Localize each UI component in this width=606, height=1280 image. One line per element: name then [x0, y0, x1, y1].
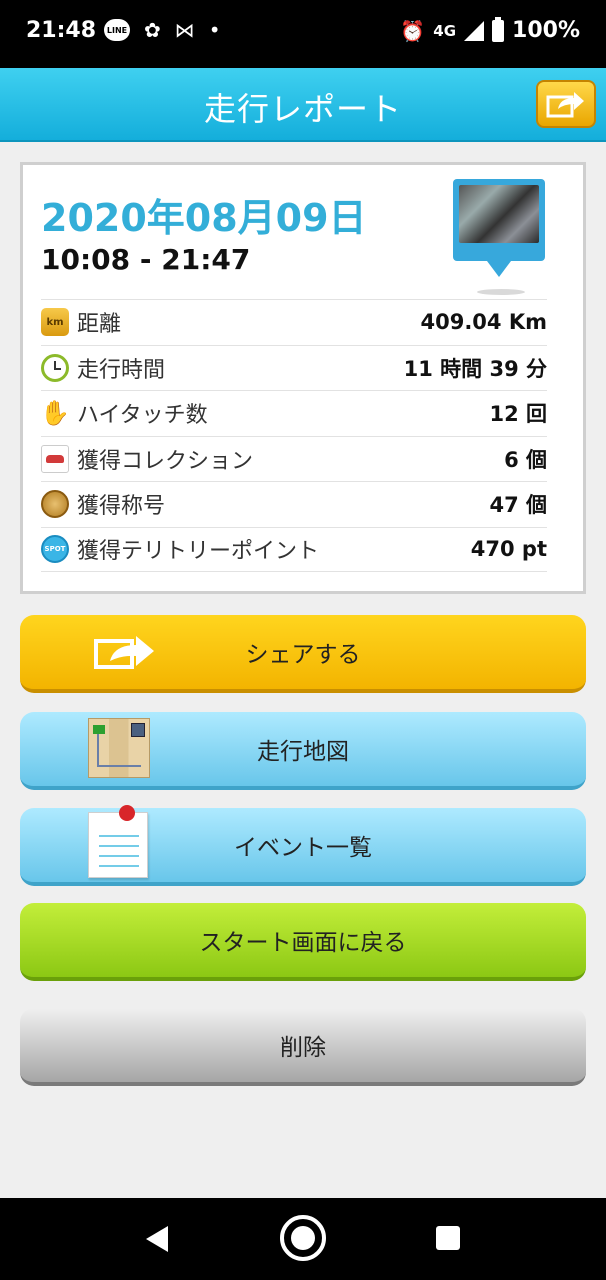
- line-icon: LINE: [104, 19, 130, 41]
- battery-icon: [492, 16, 505, 42]
- thumbnail-shadow: [477, 289, 525, 295]
- status-time: 21:48: [26, 18, 97, 43]
- stat-label: 獲得コレクション: [77, 448, 254, 474]
- dot-icon: •: [208, 18, 221, 42]
- signal-icon: [464, 20, 485, 41]
- clock-icon: [41, 353, 69, 382]
- map-icon: [88, 718, 150, 778]
- report-stats: km 距離 409.04 Km 走行時間 11 時間 39 分 ✋ ハイタッチ数…: [40, 299, 547, 572]
- battery-level: 100%: [512, 18, 580, 43]
- hi-five-hand-icon: ✋: [40, 399, 70, 428]
- stat-value: 11 時間 39 分: [403, 356, 547, 381]
- report-time-range: 10:08 - 21:47: [41, 243, 251, 276]
- back-to-start-button-label: スタート画面に戻る: [199, 930, 407, 956]
- stat-label: 獲得称号: [77, 494, 166, 520]
- drive-map-button-label: 走行地図: [257, 739, 349, 765]
- delete-button[interactable]: 削除: [20, 1008, 586, 1086]
- stat-value: 12 回: [489, 402, 547, 427]
- km-icon: km: [41, 308, 69, 337]
- stat-label: 走行時間: [77, 357, 166, 383]
- home-nav-icon[interactable]: [280, 1215, 326, 1261]
- notification-icons: LINE ✿ ⋈ •: [104, 19, 221, 41]
- event-list-button-label: イベント一覧: [234, 835, 372, 861]
- recent-apps-nav-icon[interactable]: [436, 1226, 460, 1250]
- stat-value: 470 pt: [470, 537, 547, 562]
- stat-value: 409.04 Km: [420, 310, 547, 335]
- header-share-button[interactable]: [536, 80, 596, 128]
- stat-row-high-touch: ✋ ハイタッチ数 12 回: [40, 390, 547, 436]
- system-status: ⏰ 4G 100%: [400, 16, 580, 43]
- car-photo-thumbnail[interactable]: [453, 179, 545, 277]
- spot-icon: SPOT: [41, 535, 69, 564]
- share-icon: [546, 92, 584, 118]
- stat-row-titles: 獲得称号 47 個: [41, 481, 547, 527]
- alarm-icon: ⏰: [400, 18, 426, 43]
- event-list-button[interactable]: イベント一覧: [20, 805, 586, 886]
- network-type: 4G: [433, 21, 457, 40]
- stat-row-drive-time: 走行時間 11 時間 39 分: [41, 344, 547, 391]
- system-nav-bar: [0, 1198, 606, 1280]
- stat-row-distance: km 距離 409.04 Km: [41, 299, 547, 345]
- stat-label: 距離: [77, 312, 122, 338]
- page-title: 走行レポート: [203, 90, 402, 128]
- stat-label: ハイタッチ数: [77, 403, 208, 429]
- stat-value: 47 個: [489, 493, 547, 518]
- medal-icon: [41, 490, 69, 519]
- share-icon: [94, 636, 154, 669]
- stat-row-territory-points: SPOT 獲得テリトリーポイント 470 pt: [41, 526, 547, 572]
- stat-label: 獲得テリトリーポイント: [77, 539, 320, 565]
- app-header: 走行レポート: [0, 68, 606, 142]
- memo-pin-icon: [88, 805, 148, 878]
- share-button[interactable]: シェアする: [20, 615, 586, 693]
- app-notification-icon: ✿: [144, 18, 161, 42]
- stat-value: 6 個: [504, 447, 547, 472]
- stat-row-collection: 獲得コレクション 6 個: [41, 435, 547, 482]
- media-icon: ⋈: [174, 18, 195, 42]
- back-nav-icon[interactable]: [146, 1226, 168, 1252]
- delete-button-label: 削除: [280, 1035, 326, 1061]
- report-date: 2020年08月09日: [41, 196, 367, 240]
- status-bar: 21:48 LINE ✿ ⋈ • ⏰ 4G 100%: [0, 0, 606, 68]
- back-to-start-button[interactable]: スタート画面に戻る: [20, 903, 586, 981]
- car-icon: [41, 444, 69, 473]
- engine-photo: [459, 185, 539, 243]
- share-button-label: シェアする: [245, 642, 361, 668]
- drive-map-button[interactable]: 走行地図: [20, 712, 586, 790]
- drive-report-card: 2020年08月09日 10:08 - 21:47 km 距離 409.04 K…: [20, 162, 586, 594]
